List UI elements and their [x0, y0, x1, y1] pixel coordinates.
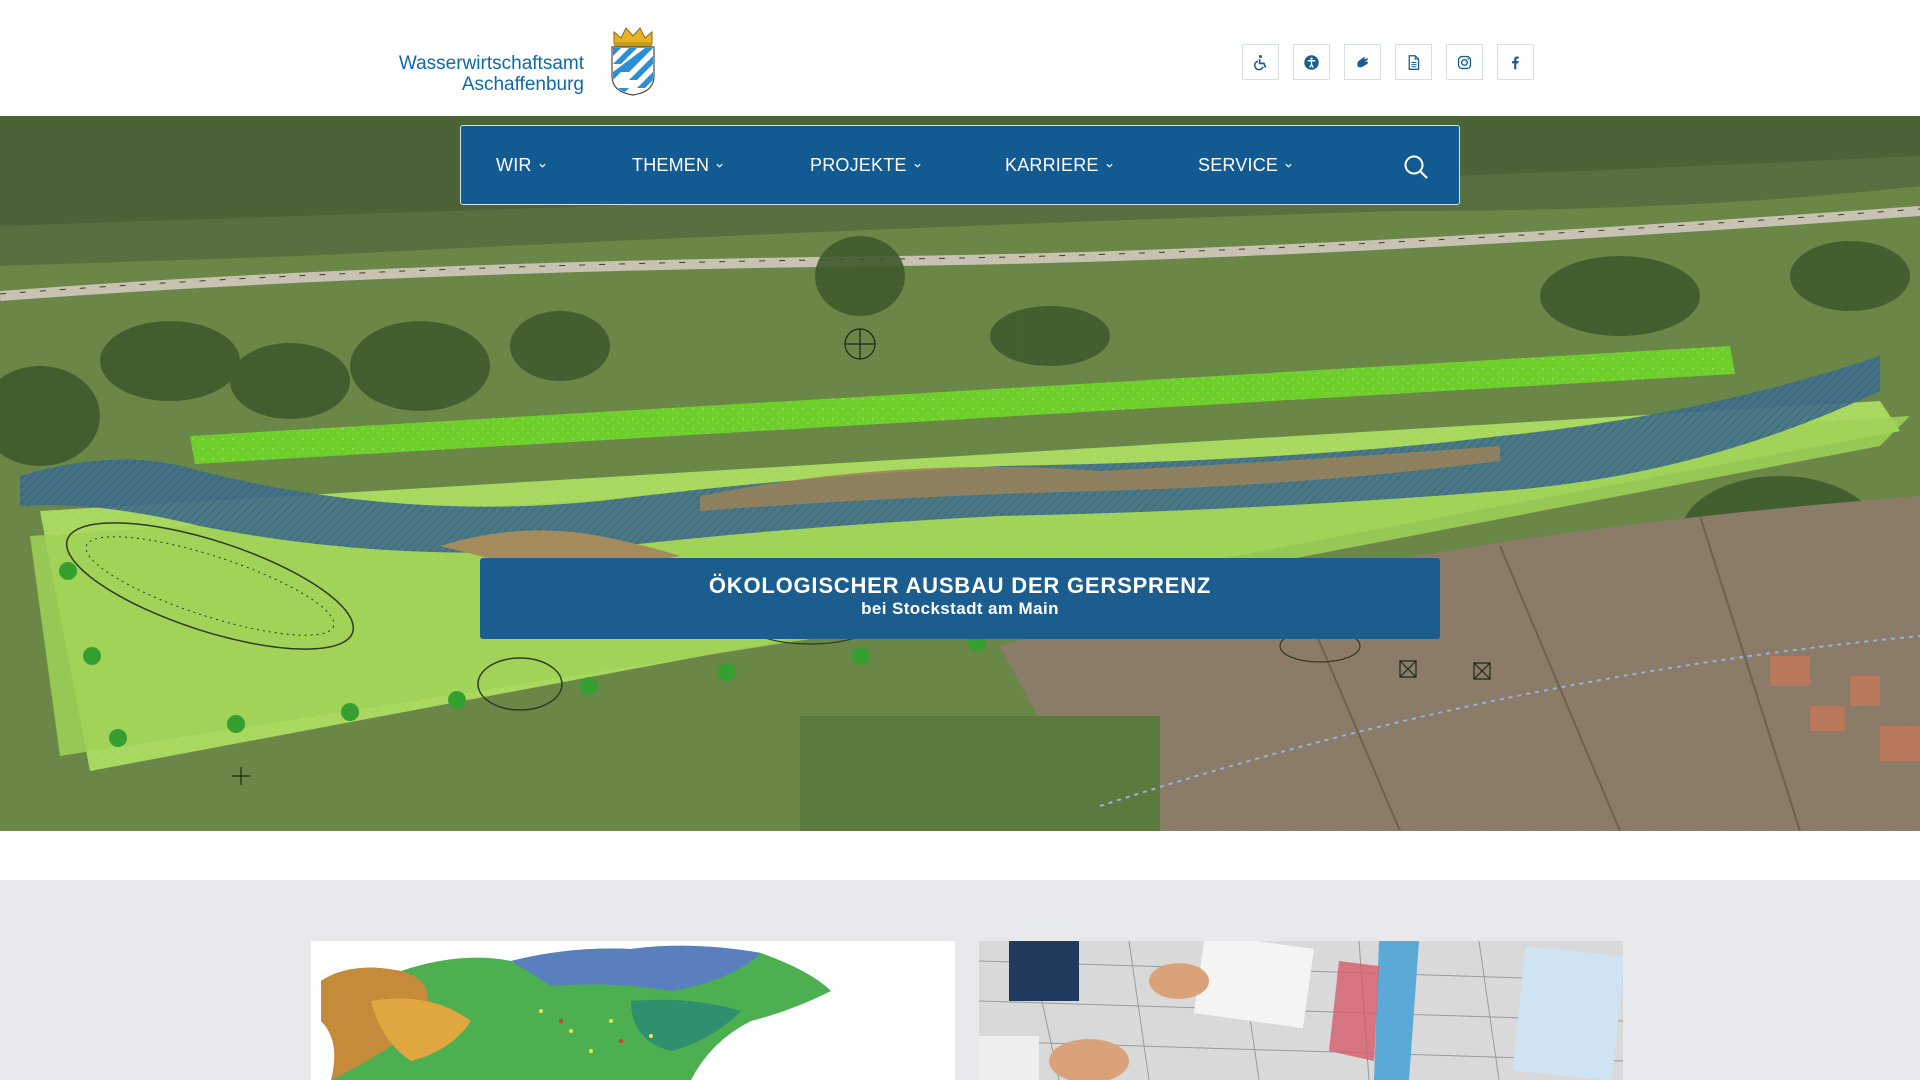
accessibility-button[interactable]	[1293, 44, 1330, 80]
facebook-button[interactable]	[1497, 44, 1534, 80]
social-icon-bar	[1242, 44, 1534, 80]
site-logo[interactable]: Wasserwirtschaftsamt Aschaffenburg	[394, 26, 658, 98]
facebook-icon	[1512, 56, 1519, 69]
instagram-icon	[1457, 55, 1472, 69]
teaser-card-terrain[interactable]	[311, 941, 955, 1080]
easy-language-button[interactable]	[1395, 44, 1432, 80]
instagram-button[interactable]	[1446, 44, 1483, 80]
wheelchair-icon	[1254, 54, 1267, 70]
nav-item-label: PROJEKTE	[810, 155, 907, 175]
chevron-down-icon	[914, 163, 921, 168]
nav-item-themen[interactable]: THEMEN	[632, 155, 724, 176]
hero-title: ÖKOLOGISCHER AUSBAU DER GERSPRENZ	[708, 573, 1212, 598]
nav-item-label: KARRIERE	[1005, 155, 1099, 175]
chevron-down-icon	[1106, 163, 1113, 168]
chevron-down-icon	[538, 163, 546, 168]
nav-item-projekte[interactable]: PROJEKTE	[810, 155, 922, 176]
nav-item-label: THEMEN	[632, 155, 710, 175]
document-icon	[1408, 54, 1420, 70]
wheelchair-button[interactable]	[1242, 44, 1279, 80]
nav-item-label: SERVICE	[1198, 155, 1279, 175]
logo-line-2: Aschaffenburg	[461, 74, 584, 95]
search-button[interactable]	[1403, 154, 1429, 180]
nav-item-wir[interactable]: WIR	[496, 155, 547, 176]
nav-item-service[interactable]: SERVICE	[1198, 155, 1293, 176]
accessibility-icon	[1304, 54, 1319, 70]
hero-banner: WIR THEMEN PROJEKTE KARRIERE SERVICE ÖKO…	[0, 116, 1920, 831]
sign-language-icon	[1357, 56, 1368, 67]
terrain-map-image	[311, 941, 955, 1080]
hero-subtitle: bei Stockstadt am Main	[861, 599, 1059, 618]
logo-text: Wasserwirtschaftsamt Aschaffenburg	[399, 53, 584, 95]
bavarian-crest-icon	[611, 27, 655, 96]
site-header: Wasserwirtschaftsamt Aschaffenburg	[0, 0, 1920, 116]
chevron-down-icon	[716, 163, 723, 168]
chevron-down-icon	[1285, 163, 1292, 168]
main-navigation: WIR THEMEN PROJEKTE KARRIERE SERVICE	[460, 125, 1460, 205]
teaser-section	[0, 880, 1920, 1080]
nav-item-karriere[interactable]: KARRIERE	[1005, 155, 1114, 176]
sign-language-button[interactable]	[1344, 44, 1381, 80]
search-icon	[1404, 155, 1428, 179]
logo-line-1: Wasserwirtschaftsamt	[398, 53, 584, 74]
hero-aerial-plan-image	[0, 116, 1920, 831]
city-map-meeting-image	[979, 941, 1623, 1080]
hero-caption[interactable]: ÖKOLOGISCHER AUSBAU DER GERSPRENZ bei St…	[480, 558, 1440, 639]
teaser-card-city-map[interactable]	[979, 941, 1623, 1080]
nav-item-label: WIR	[496, 155, 532, 175]
